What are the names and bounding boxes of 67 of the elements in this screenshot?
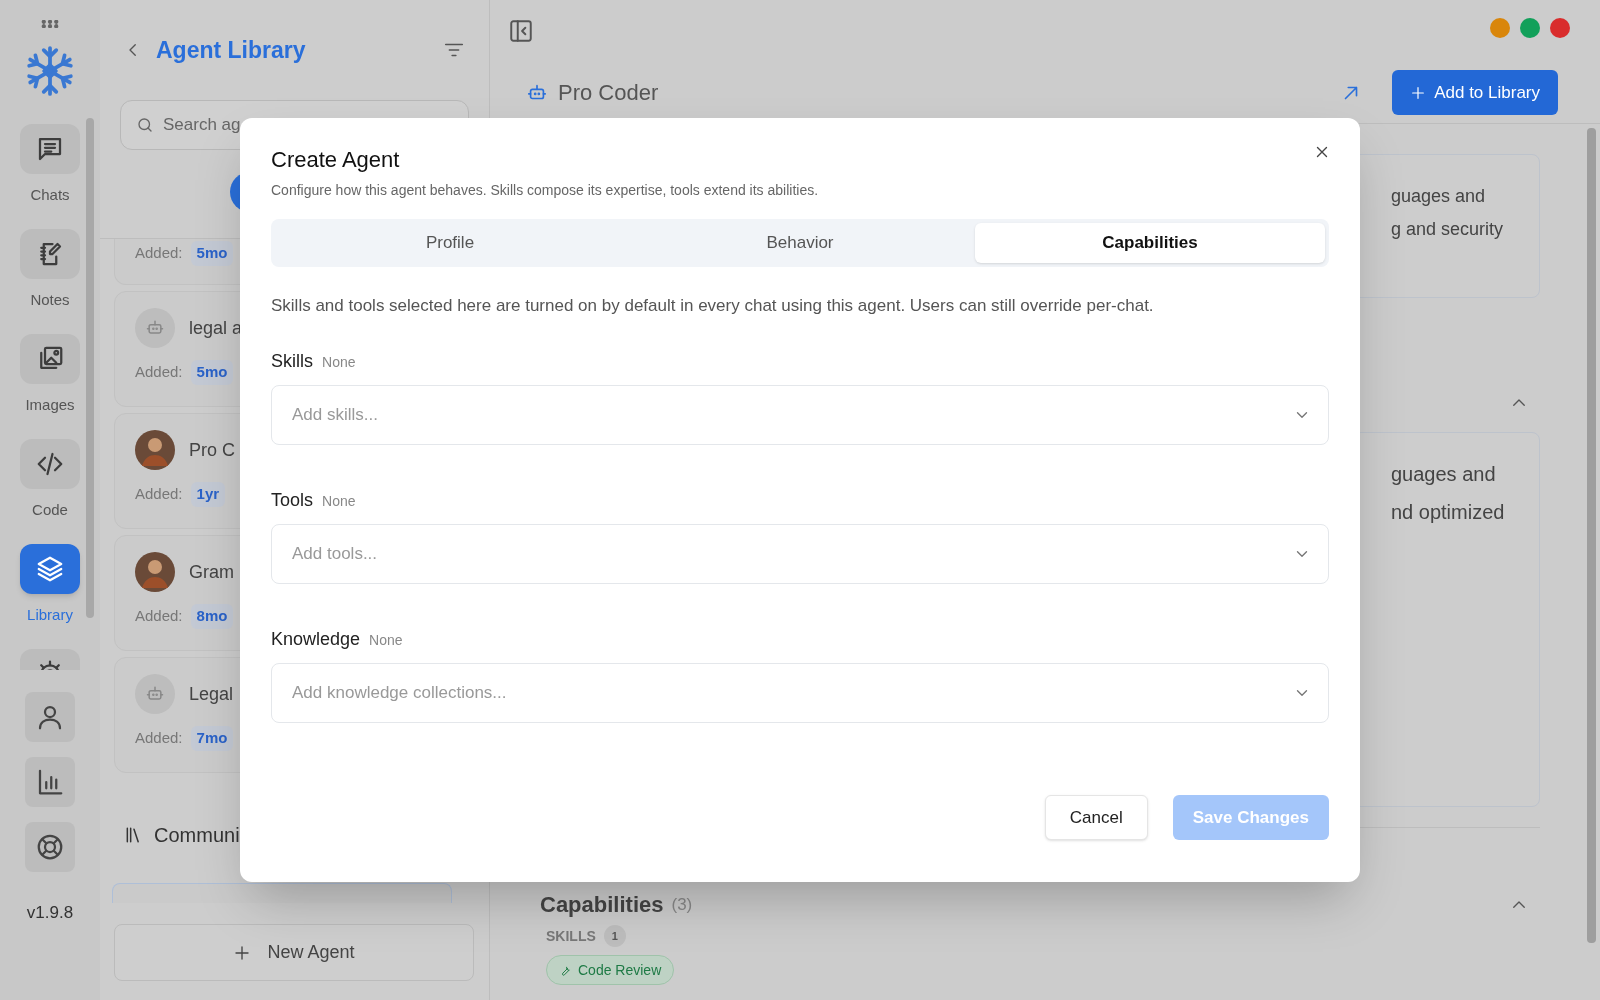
sidebar-toggle-icon[interactable] — [508, 18, 534, 44]
field-label: Knowledge — [271, 628, 361, 651]
nav-label: Chats — [30, 185, 70, 205]
tab[interactable]: Capabilities — [975, 222, 1325, 263]
new-agent-button[interactable]: New Agent — [114, 924, 474, 981]
count-badge: 1 — [603, 925, 626, 947]
description-text: nd optimized — [1391, 500, 1506, 525]
apps-grid-icon[interactable] — [41, 20, 59, 28]
nav-button[interactable] — [20, 544, 80, 594]
added-label: Added: — [135, 484, 183, 504]
status-label: None — [322, 492, 356, 511]
section-title: Communi — [154, 823, 240, 848]
status-label: None — [369, 631, 403, 650]
tab[interactable]: Profile — [275, 222, 625, 263]
age-badge: 5mo — [190, 360, 234, 385]
skill-chip: Code Review — [546, 955, 675, 985]
search-icon — [136, 116, 154, 134]
added-label: Added: — [135, 728, 183, 748]
nav-label: Notes — [30, 290, 70, 310]
nav-label: Library — [27, 605, 73, 625]
age-badge: 7mo — [190, 726, 234, 751]
agent-title: Pro Coder — [558, 79, 660, 107]
layers-icon — [35, 554, 65, 584]
avatar-icon — [135, 552, 175, 592]
nav-button[interactable] — [20, 124, 80, 174]
description-text: guages and — [1391, 185, 1487, 208]
section-heading: Capabilities — [540, 891, 664, 919]
nav-label: Images — [25, 395, 75, 415]
plus-icon — [1410, 84, 1427, 101]
version-label: v1.9.8 — [26, 902, 74, 924]
nav-button[interactable] — [20, 229, 80, 279]
age-badge: 5mo — [190, 241, 234, 266]
skills-label: SKILLS — [546, 926, 596, 946]
age-badge: 8mo — [190, 604, 234, 629]
description-text: g and security — [1391, 218, 1505, 241]
agent-name: Pro C — [189, 438, 235, 462]
lifebuoy-icon — [35, 832, 65, 862]
added-label: Added: — [135, 243, 183, 263]
panel-title: Agent Library — [156, 35, 307, 65]
cancel-button[interactable]: Cancel — [1044, 795, 1148, 840]
rail-button[interactable] — [25, 757, 75, 807]
nav-button[interactable] — [20, 334, 80, 384]
plus-icon — [233, 943, 252, 962]
dialog-title: Create Agent — [271, 146, 400, 174]
dropdown-field[interactable]: Add skills... — [271, 385, 1329, 445]
description-text: Skills and tools selected here are turned on by default in every chat using this agent. Users can still override per-chat. — [271, 294, 1155, 317]
agent-name: Gram — [189, 560, 234, 584]
rail-button[interactable] — [25, 692, 75, 742]
nav-label: Code — [32, 500, 68, 520]
agent-name: Legal — [189, 682, 234, 706]
field-label: Skills — [271, 350, 313, 373]
nav-button[interactable] — [20, 439, 80, 489]
avatar-icon — [135, 430, 175, 470]
tab[interactable]: Behavior — [625, 222, 975, 263]
description-text: guages and — [1391, 462, 1497, 487]
added-label: Added: — [135, 362, 183, 382]
added-label: Added: — [135, 606, 183, 626]
field-label: Tools — [271, 489, 314, 512]
status-label: None — [322, 353, 356, 372]
dropdown-field[interactable]: Add tools... — [271, 524, 1329, 584]
dropdown-field[interactable]: Add knowledge collections... — [271, 663, 1329, 723]
count-label: (3) — [671, 893, 694, 916]
snowflake-logo-icon — [25, 46, 75, 96]
dialog-subtitle: Configure how this agent behaves. Skills compose its expertise, tools extend its abilities. — [271, 180, 820, 200]
add-to-library-button[interactable]: Add to Library — [1392, 70, 1558, 115]
age-badge: 1yr — [190, 482, 226, 507]
rail-button[interactable] — [25, 822, 75, 872]
